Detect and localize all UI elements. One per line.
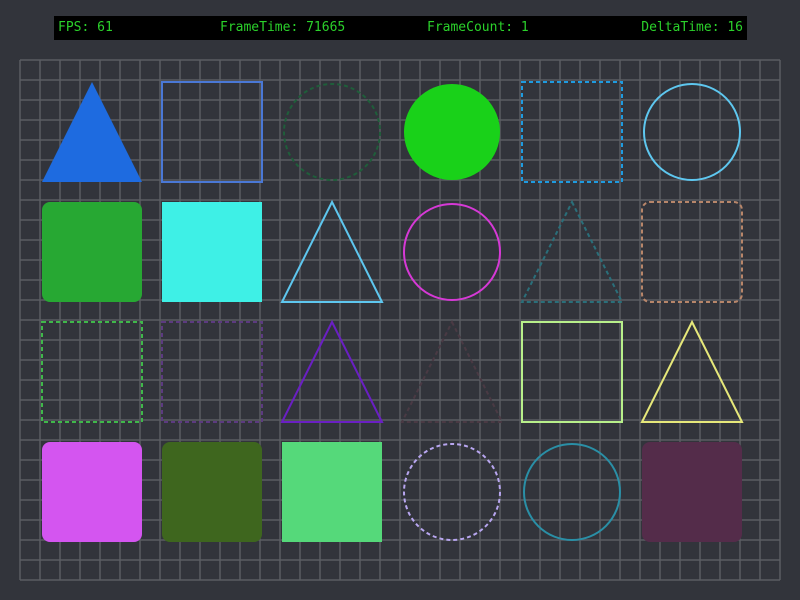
square-dashed-shape xyxy=(41,321,143,423)
circle-dashed-shape xyxy=(403,443,501,541)
triangle-outline-shape xyxy=(640,319,744,423)
rounded-square-filled-shape xyxy=(42,442,142,542)
rounded-square-filled-shape xyxy=(642,442,742,542)
circle-dashed-shape xyxy=(283,83,381,181)
shape-gallery xyxy=(41,81,744,542)
square-filled-shape xyxy=(282,442,382,542)
triangle-dashed-shape xyxy=(520,199,624,303)
square-dashed-shape xyxy=(521,81,623,183)
game-canvas[interactable] xyxy=(0,0,800,600)
square-filled-shape xyxy=(162,202,262,302)
triangle-outline-shape xyxy=(280,319,384,423)
square-dashed-shape xyxy=(161,321,263,423)
triangle-outline-shape xyxy=(280,199,384,303)
square-outline-shape xyxy=(161,81,263,183)
triangle-filled-shape xyxy=(42,82,142,182)
rounded-square-filled-shape xyxy=(162,442,262,542)
rounded-square-dashed-shape xyxy=(641,201,743,303)
triangle-dashed-shape xyxy=(400,319,504,423)
circle-outline-shape xyxy=(523,443,621,541)
circle-outline-shape xyxy=(643,83,741,181)
circle-outline-shape xyxy=(403,203,501,301)
circle-filled-shape xyxy=(404,84,500,180)
rounded-square-filled-shape xyxy=(42,202,142,302)
square-outline-shape xyxy=(521,321,623,423)
